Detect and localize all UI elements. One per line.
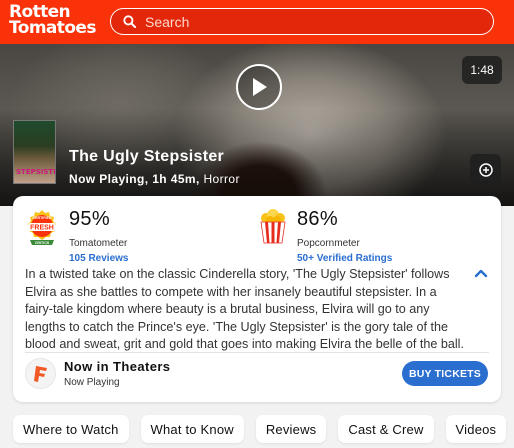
nav-videos[interactable]: Videos [445, 415, 507, 443]
popcornmeter-ratings-link[interactable]: 50+ Verified Ratings [297, 253, 392, 264]
movie-runtime: 1h 45m, [152, 172, 200, 186]
movie-title: The Ugly Stepsister [69, 148, 225, 165]
fandango-icon [25, 358, 56, 389]
certified-fresh-icon: FRESH CERTIFIED CRITICS [28, 210, 56, 245]
buy-tickets-button[interactable]: BUY TICKETS [402, 361, 488, 386]
popcornmeter-value: 86% [297, 208, 338, 230]
movie-poster[interactable]: STEPSISTER [13, 120, 56, 184]
search-icon [123, 15, 136, 28]
rotten-tomatoes-logo[interactable]: Rotten Tomatoes [9, 4, 99, 40]
badge-bottom-text: CRITICS [35, 241, 50, 245]
top-header: Rotten Tomatoes [0, 0, 514, 44]
play-icon [253, 78, 267, 96]
movie-genre: Horror [203, 172, 240, 186]
chevron-up-icon[interactable] [474, 268, 488, 278]
tomatometer-label: Tomatometer [69, 238, 128, 249]
trailer-duration: 1:48 [462, 56, 502, 84]
search-bar[interactable] [110, 8, 494, 35]
tomatometer-value: 95% [69, 208, 110, 230]
now-in-theaters: Now in Theaters Now Playing [25, 358, 170, 389]
add-to-watchlist-button[interactable] [470, 154, 501, 185]
logo-line-2: Tomatoes [9, 18, 96, 38]
tomatometer-score[interactable]: FRESH CERTIFIED CRITICS 95% Tomatometer … [25, 208, 129, 264]
search-input[interactable] [145, 13, 465, 30]
trailer-hero[interactable]: 1:48 STEPSISTER The Ugly Stepsister Now … [0, 44, 514, 206]
popcornmeter-score[interactable]: 86% Popcornmeter 50+ Verified Ratings [259, 208, 392, 264]
popcornmeter-label: Popcornmeter [297, 238, 360, 249]
card-divider [25, 352, 489, 353]
badge-main-text: FRESH [30, 225, 54, 232]
nav-cast-and-crew[interactable]: Cast & Crew [338, 415, 434, 443]
theaters-subtitle: Now Playing [64, 377, 120, 388]
plus-circle-icon [478, 162, 493, 177]
poster-title: STEPSISTER [16, 168, 55, 176]
nav-where-to-watch[interactable]: Where to Watch [13, 415, 129, 443]
badge-top-text: CERTIFIED [33, 216, 52, 220]
tomatometer-reviews-link[interactable]: 105 Reviews [69, 253, 129, 264]
section-nav: Where to Watch What to Know Reviews Cast… [13, 415, 507, 443]
theaters-title: Now in Theaters [64, 359, 171, 374]
popcorn-icon [260, 209, 286, 244]
nav-what-to-know[interactable]: What to Know [140, 415, 244, 443]
movie-status: Now Playing, [69, 172, 149, 186]
play-button[interactable] [236, 64, 282, 110]
nav-reviews[interactable]: Reviews [255, 415, 327, 443]
movie-meta: Now Playing, 1h 45m, Horror [69, 172, 240, 186]
movie-synopsis: In a twisted take on the classic Cindere… [25, 267, 464, 352]
score-card: FRESH CERTIFIED CRITICS 95% Tomatometer … [13, 196, 501, 402]
